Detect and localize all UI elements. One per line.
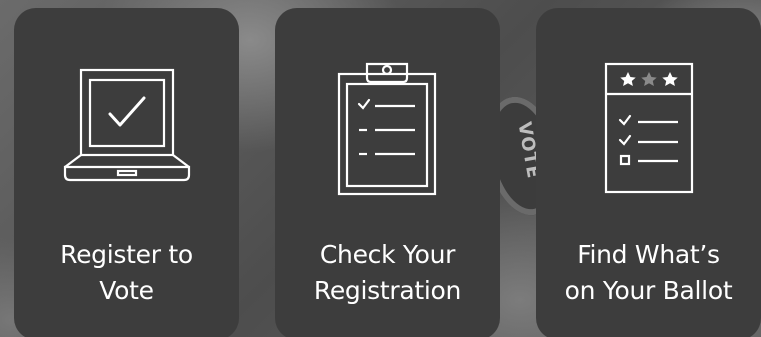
find-whats-on-your-ballot-card[interactable]: Find What’s on Your Ballot — [536, 8, 761, 337]
ballot-stars-checklist-icon — [536, 60, 761, 210]
register-to-vote-card[interactable]: Register to Vote — [14, 8, 239, 337]
find-whats-on-your-ballot-label: Find What’s on Your Ballot — [564, 240, 733, 305]
clipboard-checklist-icon — [275, 60, 500, 210]
check-your-registration-card[interactable]: Check Your Registration — [275, 8, 500, 337]
check-your-registration-label: Check Your Registration — [313, 240, 462, 305]
laptop-checkmark-icon — [14, 60, 239, 210]
register-to-vote-label: Register to Vote — [60, 240, 193, 305]
